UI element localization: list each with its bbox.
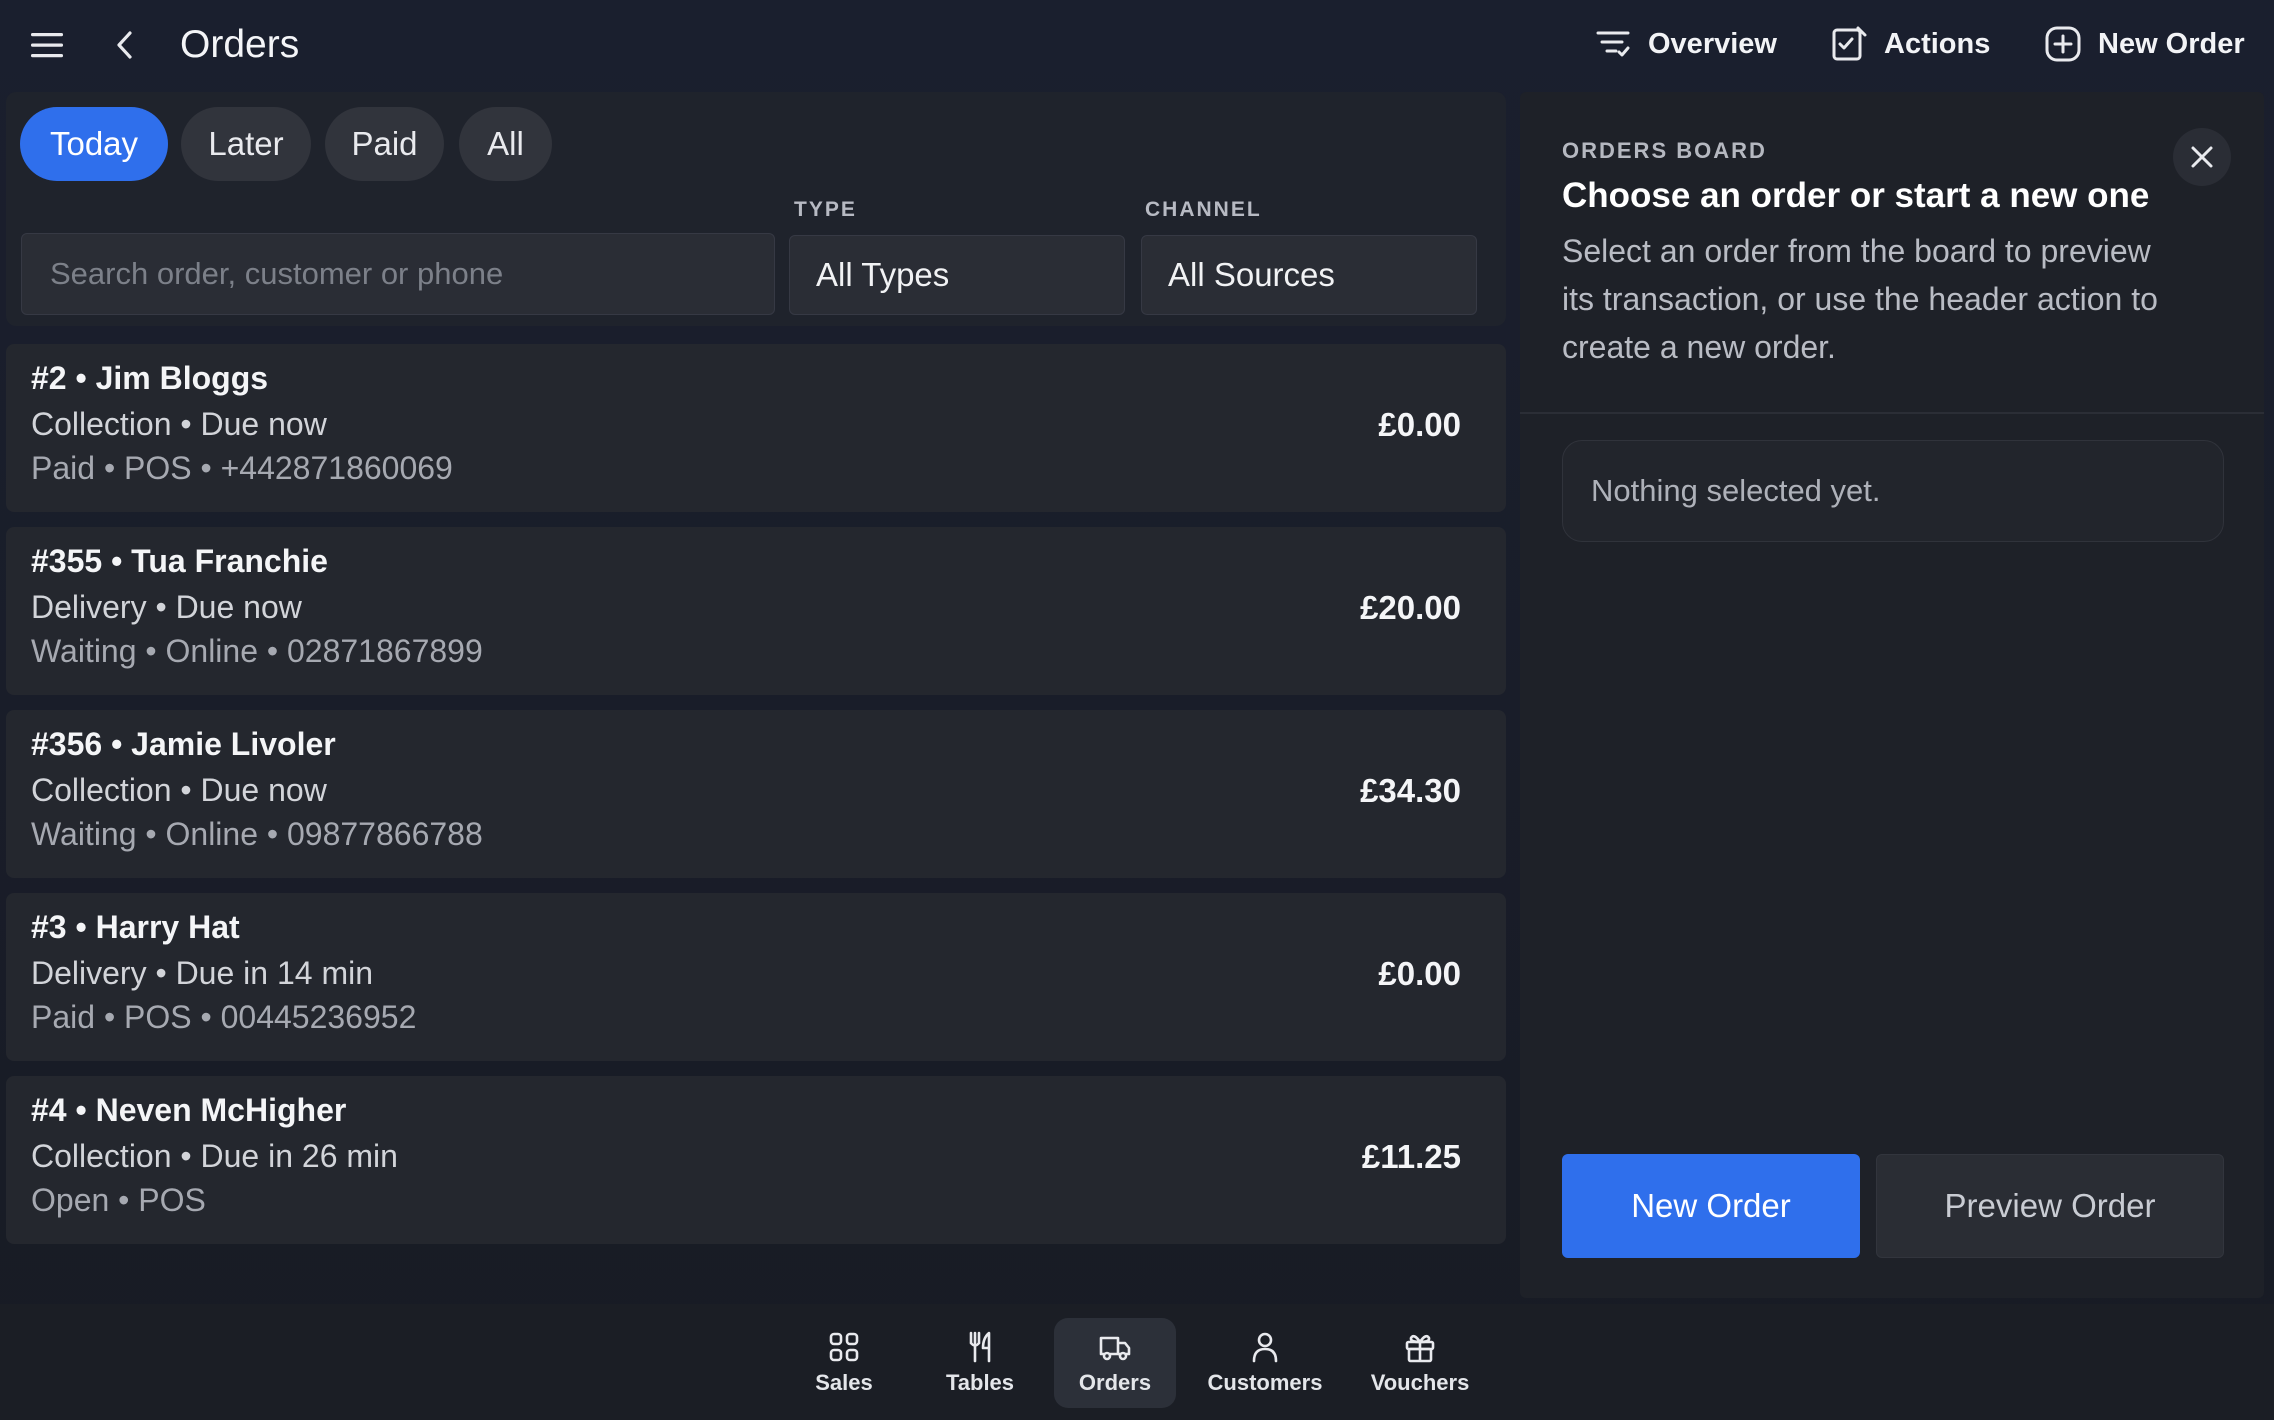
nav-item-sales[interactable]: Sales (800, 1318, 888, 1408)
chip-later[interactable]: Later (181, 107, 311, 181)
order-amount: £11.25 (1361, 1138, 1461, 1175)
new-order-header-button[interactable]: New Order (2044, 18, 2245, 70)
add-circle-icon (2045, 26, 2081, 62)
person-icon (1252, 1332, 1278, 1363)
new-order-button[interactable]: New Order (1562, 1154, 1860, 1258)
overview-button[interactable]: Overview (1594, 18, 1777, 70)
chip-all[interactable]: All (459, 107, 552, 181)
actions-label: Actions (1884, 27, 1991, 60)
order-card[interactable]: #356 • Jamie Livoler Collection • Due no… (6, 710, 1506, 878)
order-meta: Paid • POS • +442871860069 (31, 450, 453, 486)
order-title: #2 • Jim Bloggs (31, 360, 269, 396)
top-bar: Orders Overview Actions New Order (0, 0, 2274, 90)
order-meta: Waiting • Online • 09877866788 (31, 816, 483, 852)
close-icon[interactable] (2173, 128, 2231, 186)
grid-icon (829, 1332, 859, 1362)
order-subtitle: Delivery • Due in 14 min (31, 955, 373, 991)
nav-label-tables: Tables (945, 1370, 1015, 1395)
order-title: #4 • Neven McHigher (31, 1092, 347, 1128)
divider (1520, 412, 2264, 414)
nav-item-orders[interactable]: Orders (1054, 1318, 1176, 1408)
order-title: #355 • Tua Franchie (31, 543, 328, 579)
nav-label-customers: Customers (1207, 1370, 1323, 1395)
order-subtitle: Collection • Due now (31, 772, 327, 808)
delivery-truck-icon (1099, 1336, 1131, 1361)
nav-label-vouchers: Vouchers (1370, 1370, 1470, 1395)
board-title: Choose an order or start a new one (1562, 176, 2150, 215)
nav-item-tables[interactable]: Tables (930, 1318, 1030, 1408)
order-card[interactable]: #4 • Neven McHigher Collection • Due in … (6, 1076, 1506, 1244)
order-amount: £0.00 (1378, 406, 1461, 443)
actions-button[interactable]: Actions (1830, 18, 1990, 70)
filter-card: Today Later Paid All TYPE CHANNEL All Ty… (6, 92, 1506, 326)
nav-item-customers[interactable]: Customers (1200, 1318, 1330, 1408)
order-amount: £34.30 (1360, 772, 1461, 809)
order-meta: Open • POS (31, 1182, 206, 1218)
channel-label: CHANNEL (1145, 198, 1262, 221)
order-card[interactable]: #355 • Tua Franchie Delivery • Due now W… (6, 527, 1506, 695)
chip-paid[interactable]: Paid (325, 107, 444, 181)
order-amount: £20.00 (1360, 589, 1461, 626)
filter-list-icon (1596, 31, 1630, 57)
order-meta: Waiting • Online • 02871867899 (31, 633, 483, 669)
gift-icon (1405, 1334, 1435, 1363)
back-arrow-icon[interactable] (102, 22, 148, 68)
type-select[interactable]: All Types (789, 235, 1125, 315)
type-label: TYPE (794, 198, 857, 221)
order-title: #3 • Harry Hat (31, 909, 240, 945)
order-card[interactable]: #3 • Harry Hat Delivery • Due in 14 min … (6, 893, 1506, 1061)
orders-list-panel: Today Later Paid All TYPE CHANNEL All Ty… (6, 92, 1506, 1298)
nav-item-vouchers[interactable]: Vouchers (1360, 1318, 1480, 1408)
channel-select[interactable]: All Sources (1141, 235, 1477, 315)
overview-label: Overview (1648, 27, 1777, 60)
nav-label-orders: Orders (1078, 1370, 1152, 1395)
menu-icon[interactable] (22, 22, 72, 68)
board-label: ORDERS BOARD (1562, 138, 1767, 163)
order-amount: £0.00 (1378, 955, 1461, 992)
new-order-header-label: New Order (2098, 27, 2245, 60)
bottom-navigation: Sales Tables Orders Customers Vouchers (0, 1304, 2274, 1420)
order-meta: Paid • POS • 00445236952 (31, 999, 417, 1035)
preview-order-button[interactable]: Preview Order (1876, 1154, 2224, 1258)
order-title: #356 • Jamie Livoler (31, 726, 336, 762)
app-root: Orders Overview Actions New Order Today … (0, 0, 2274, 1420)
chip-today[interactable]: Today (20, 107, 168, 181)
empty-selection-box: Nothing selected yet. (1562, 440, 2224, 542)
nav-label-sales: Sales (815, 1370, 873, 1395)
order-subtitle: Collection • Due now (31, 406, 327, 442)
board-description: Select an order from the board to previe… (1562, 233, 2158, 365)
search-input[interactable] (21, 233, 775, 315)
order-subtitle: Delivery • Due now (31, 589, 302, 625)
order-subtitle: Collection • Due in 26 min (31, 1138, 398, 1174)
orders-board-panel: ORDERS BOARD Choose an order or start a … (1520, 92, 2264, 1298)
cutlery-icon (969, 1331, 991, 1363)
checklist-edit-icon (1832, 26, 1867, 61)
order-card[interactable]: #2 • Jim Bloggs Collection • Due now Pai… (6, 344, 1506, 512)
page-title: Orders (180, 23, 300, 66)
